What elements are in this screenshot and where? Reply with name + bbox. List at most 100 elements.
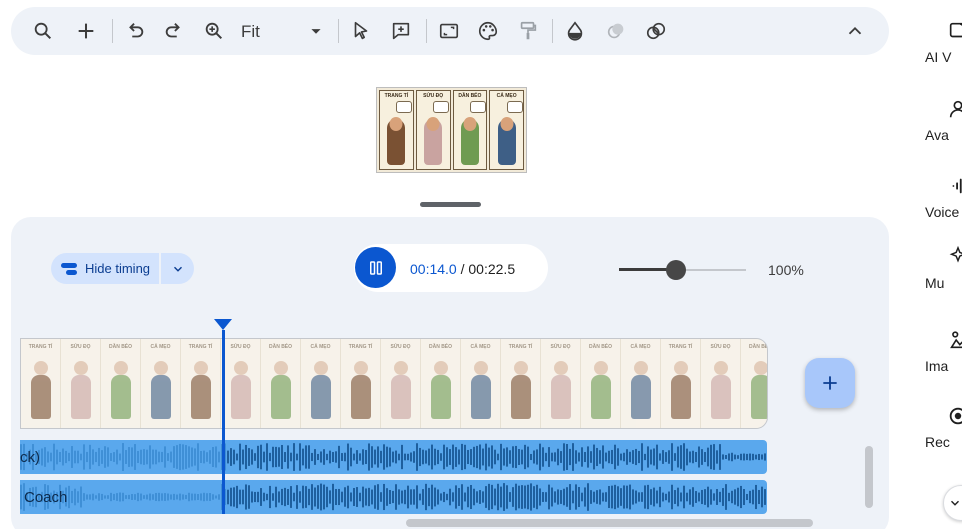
- hide-timing-dropdown[interactable]: [161, 253, 194, 284]
- opacity-icon[interactable]: [561, 17, 589, 45]
- waveform-bar: [191, 493, 193, 501]
- comment-add-icon[interactable]: [387, 17, 415, 45]
- resize-handle[interactable]: [420, 202, 481, 207]
- zoom-percent: 100%: [768, 262, 804, 278]
- waveform-bar: [458, 488, 460, 506]
- frame-figure: [151, 375, 171, 419]
- waveform-bar: [563, 443, 565, 471]
- hide-timing-button[interactable]: Hide timing: [51, 253, 159, 284]
- waveform-bar: [734, 489, 736, 505]
- waveform-bar: [407, 453, 409, 461]
- waveform-bar: [308, 488, 310, 506]
- select-cursor-icon[interactable]: [347, 17, 375, 45]
- waveform-bar: [263, 492, 265, 502]
- waveform-bar: [620, 488, 622, 506]
- waveform-bar: [761, 486, 763, 508]
- music-icon: [949, 245, 962, 263]
- add-media-button[interactable]: [805, 358, 855, 408]
- waveform-bar: [77, 491, 79, 503]
- canvas-preview[interactable]: TRANG TÍ SỬU ĐỌ DẦN BÉO CẢ MẸO: [376, 87, 527, 173]
- waveform-bar: [464, 492, 466, 502]
- playhead-line[interactable]: [222, 330, 225, 514]
- waveform-bar: [368, 443, 370, 471]
- zoom-in-icon[interactable]: [200, 17, 228, 45]
- waveform-bar: [242, 489, 244, 505]
- sidebar-scroll-down-button[interactable]: [943, 485, 962, 521]
- redo-icon[interactable]: [160, 17, 188, 45]
- waveform-bar: [287, 489, 289, 505]
- waveform-bar: [284, 487, 286, 507]
- waveform-bar: [350, 447, 352, 467]
- audio-track-1[interactable]: ck): [20, 440, 767, 474]
- waveform-bar: [506, 447, 508, 467]
- waveform-bar: [230, 448, 232, 466]
- waveform-bar: [164, 446, 166, 468]
- sidebar-item-voice[interactable]: Voice: [925, 175, 962, 220]
- waveform-bar: [695, 491, 697, 503]
- frame-title: TRANG TÍ: [508, 344, 533, 350]
- waveform-bar: [401, 444, 403, 470]
- waveform-bar: [260, 488, 262, 506]
- chevron-down-icon: [173, 266, 182, 272]
- frame-head: [594, 361, 608, 375]
- waveform-bar: [584, 451, 586, 463]
- frame-figure: [671, 375, 691, 419]
- waveform-bar: [509, 450, 511, 464]
- collapse-icon[interactable]: [841, 17, 869, 45]
- sidebar-item-label: Ima: [925, 358, 949, 374]
- playhead-handle[interactable]: [214, 319, 232, 330]
- paint-format-icon[interactable]: [514, 17, 542, 45]
- waveform-bar: [92, 449, 94, 465]
- waveform-bar: [269, 485, 271, 509]
- search-icon[interactable]: [29, 17, 57, 45]
- undo-icon[interactable]: [121, 17, 149, 45]
- sidebar-item-music[interactable]: Mu: [925, 245, 962, 291]
- waveform-bar: [233, 449, 235, 465]
- waveform-bar: [440, 453, 442, 461]
- vertical-scrollbar[interactable]: [865, 446, 873, 508]
- voice-icon: [952, 178, 962, 194]
- horizontal-scrollbar[interactable]: [406, 519, 813, 527]
- add-icon[interactable]: [72, 17, 100, 45]
- waveform-bar: [131, 493, 133, 501]
- waveform-bar: [317, 485, 319, 509]
- effects-icon[interactable]: [642, 17, 670, 45]
- waveform-bar: [170, 494, 172, 500]
- waveform-bar: [341, 491, 343, 503]
- waveform-bar: [290, 486, 292, 508]
- frame-head: [674, 361, 688, 375]
- frame-head: [314, 361, 328, 375]
- waveform-bar: [587, 446, 589, 468]
- waveform-bar: [623, 485, 625, 509]
- sidebar-item-avatar[interactable]: Ava: [925, 98, 962, 143]
- waveform-bar: [698, 446, 700, 468]
- frame-figure: [511, 375, 531, 419]
- waveform-bar: [419, 493, 421, 501]
- sidebar-item-record[interactable]: Rec: [925, 405, 962, 450]
- palette-icon[interactable]: [474, 17, 502, 45]
- waveform-bar: [494, 488, 496, 506]
- waveform-bar: [413, 489, 415, 505]
- audio-track-2[interactable]: Coach: [20, 480, 767, 514]
- crop-icon[interactable]: [435, 17, 463, 45]
- sidebar-item-ai-video[interactable]: AI V: [925, 20, 962, 65]
- waveform-bar: [443, 444, 445, 470]
- sidebar-item-image[interactable]: Ima: [925, 329, 962, 374]
- waveform-bar: [653, 487, 655, 507]
- waveform-bar: [305, 486, 307, 508]
- waveform-bar: [713, 493, 715, 501]
- waveform-bar: [590, 490, 592, 504]
- zoom-slider-thumb[interactable]: [666, 260, 687, 280]
- dropdown-icon[interactable]: [302, 17, 330, 45]
- video-track[interactable]: TRANG TÍ SỬU ĐỌ DẦN BÉO CẢ MẸO TRANG TÍ SỬU Đ…: [20, 338, 768, 429]
- waveform-bar: [563, 488, 565, 506]
- waveform-bar: [341, 453, 343, 461]
- waveform-bar: [692, 487, 694, 507]
- zoom-mode-select[interactable]: Fit: [241, 22, 260, 42]
- waveform-bar: [188, 446, 190, 468]
- blend-icon[interactable]: [602, 17, 630, 45]
- waveform-bar: [545, 452, 547, 462]
- waveform-bar: [125, 495, 127, 499]
- waveform-bar: [107, 447, 109, 467]
- pause-button[interactable]: [355, 247, 396, 288]
